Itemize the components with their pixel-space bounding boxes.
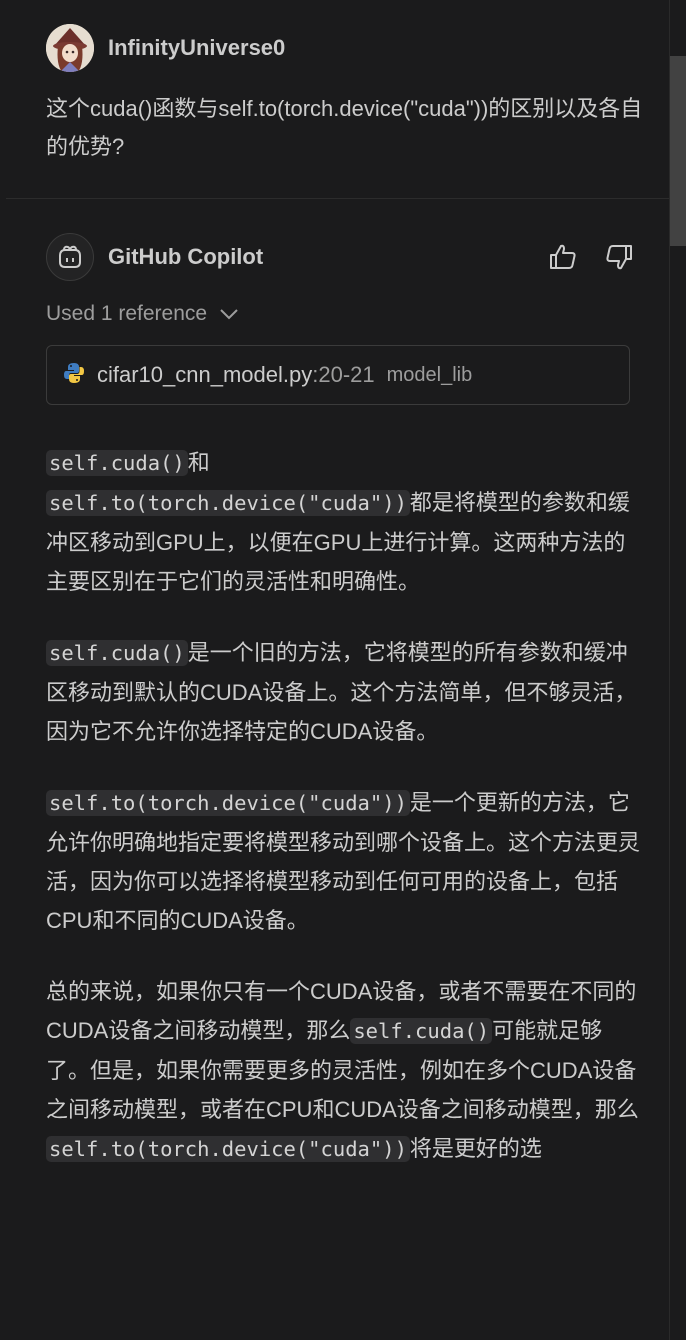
thumbs-down-icon <box>606 245 632 270</box>
inline-code: self.to(torch.device("cuda")) <box>46 790 410 816</box>
scrollbar-thumb[interactable] <box>670 56 686 246</box>
user-avatar <box>46 24 94 72</box>
thumbs-up-icon <box>550 244 576 269</box>
inline-code: self.to(torch.device("cuda")) <box>46 1136 410 1162</box>
answer-paragraph: self.to(torch.device("cuda")) 是一个更新的方法，它允… <box>46 783 646 940</box>
answer-paragraph: self.cuda() 和 self.to(torch.device("cuda")… <box>46 443 646 601</box>
inline-code: self.cuda() <box>350 1018 493 1044</box>
inline-code: self.cuda() <box>46 450 188 476</box>
answer-text: 将是更好的选 <box>409 1136 542 1161</box>
references-toggle[interactable]: Used 1 reference <box>46 297 239 331</box>
chat-panel: InfinityUniverse0 这个cuda()函数与self.to(tor… <box>6 0 670 1340</box>
answer-paragraph: 总的来说，如果你只有一个CUDA设备，或者不需要在不同的CUDA设备之间移动模型… <box>46 972 646 1169</box>
answer-text: 和 <box>187 450 210 475</box>
reference-item[interactable]: cifar10_cnn_model.py:20-21 model_lib <box>46 345 630 405</box>
assistant-answer: self.cuda() 和 self.to(torch.device("cuda")… <box>46 443 646 1201</box>
user-name: InfinityUniverse0 <box>108 35 286 60</box>
answer-paragraph: self.cuda() 是一个旧的方法，它将模型的所有参数和缓冲区移动到默认的CU… <box>46 633 646 751</box>
user-message-text: 这个cuda()函数与self.to(torch.device("cuda"))… <box>46 96 643 159</box>
thumbs-down-button[interactable] <box>602 240 636 274</box>
assistant-message-header: GitHub Copilot <box>46 232 636 282</box>
python-file-icon <box>63 362 85 389</box>
scrollbar[interactable] <box>669 0 686 1340</box>
inline-code: self.cuda() <box>46 640 188 666</box>
references-label: Used 1 reference <box>46 302 208 325</box>
assistant-name: GitHub Copilot <box>108 244 264 269</box>
user-message-section: InfinityUniverse0 这个cuda()函数与self.to(tor… <box>6 0 670 199</box>
reference-folder: model_lib <box>386 363 473 386</box>
assistant-message-section: GitHub Copilot Used 1 reference cifar10_… <box>6 199 670 1340</box>
inline-code: self.to(torch.device("cuda")) <box>46 490 410 516</box>
reference-file-name: cifar10_cnn_model.py <box>97 362 313 387</box>
reference-line-range: :20-21 <box>312 362 375 387</box>
chevron-down-icon <box>219 308 239 320</box>
user-message-header: InfinityUniverse0 <box>46 23 285 73</box>
thumbs-up-button[interactable] <box>546 240 580 274</box>
vote-buttons <box>546 240 636 274</box>
copilot-icon <box>46 233 94 281</box>
